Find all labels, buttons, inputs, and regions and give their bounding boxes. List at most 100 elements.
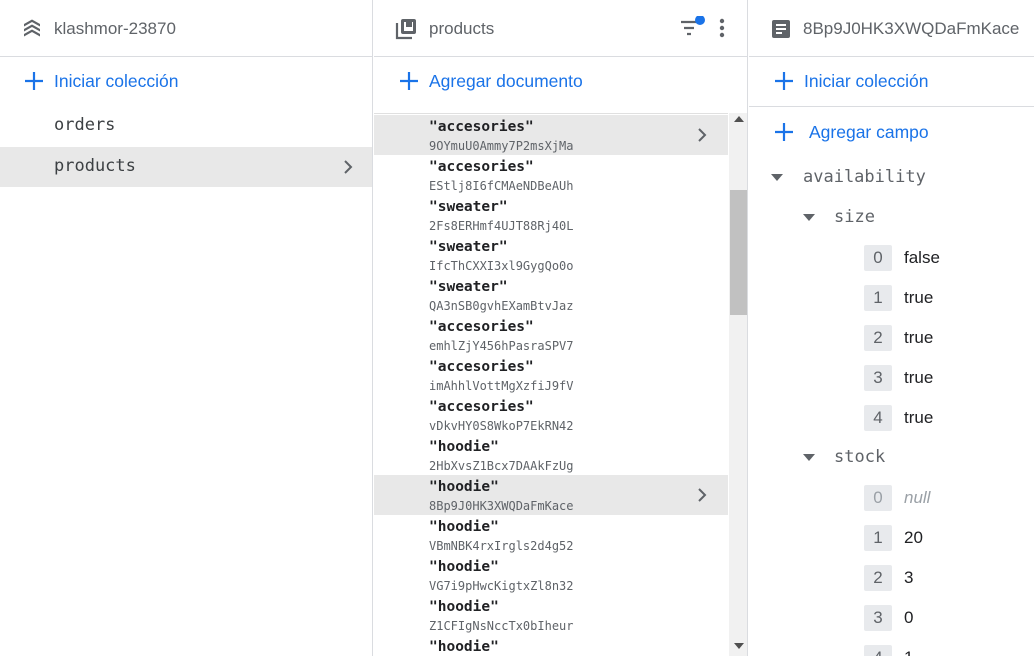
document-row[interactable]: "hoodie" VBmNBK4rxIrgls2d4g52 <box>374 515 728 555</box>
document-icon <box>772 20 790 38</box>
document-id: imAhhlVottMgXzfiJ9fV <box>429 379 574 393</box>
collection-item-products[interactable]: products <box>0 147 372 187</box>
array-value: 20 <box>904 528 923 547</box>
array-index: 0 <box>864 485 892 511</box>
start-collection-button[interactable]: Iniciar colección <box>0 57 372 107</box>
add-field-label: Agregar campo <box>809 122 929 142</box>
document-row[interactable]: "hoodie" Z1CFIgNsNccTx0bIheur <box>374 595 728 635</box>
document-name: "sweater" <box>429 239 508 255</box>
plus-icon <box>775 72 793 90</box>
scrollbar-thumb[interactable] <box>730 190 747 315</box>
caret-down-icon[interactable] <box>771 174 783 181</box>
array-item[interactable]: 3 0 <box>749 598 1034 638</box>
document-name: "accesories" <box>429 159 534 175</box>
document-id: 2Fs8ERHmf4UJT88Rj40L <box>429 219 574 233</box>
field-stock[interactable]: stock <box>749 438 1034 478</box>
project-name: klashmor-23870 <box>54 19 176 38</box>
document-title: 8Bp9J0HK3XWQDaFmKace <box>803 19 1020 38</box>
document-row[interactable]: "sweater" IfcThCXXI3xl9GygQo0o <box>374 235 728 275</box>
document-id: QA3nSB0gvhEXamBtvJaz <box>429 299 574 313</box>
document-row[interactable]: "accesories" 9OYmuU0Ammy7P2msXjMa <box>374 115 728 155</box>
document-id: VBmNBK4rxIrgls2d4g52 <box>429 539 574 553</box>
chevron-right-icon <box>344 160 353 174</box>
document-name: "accesories" <box>429 319 534 335</box>
chevron-right-icon <box>698 128 707 142</box>
document-list: 2YSerFwS8Zd6d57hrFW "accesories" 9OYmuU0… <box>374 113 728 656</box>
document-row[interactable]: "accesories" imAhhlVottMgXzfiJ9fV <box>374 355 728 395</box>
array-item[interactable]: 4 true <box>749 398 1034 438</box>
plus-icon <box>775 123 793 141</box>
array-item[interactable]: 1 20 <box>749 518 1034 558</box>
array-value: 1 <box>904 648 913 656</box>
array-item[interactable]: 3 true <box>749 358 1034 398</box>
array-value: 3 <box>904 568 914 587</box>
collection-label: products <box>54 156 136 176</box>
array-value: true <box>904 368 934 387</box>
document-id: EStlj8I6fCMAeNDBeAUh <box>429 179 574 193</box>
root-pane: klashmor-23870 Iniciar colección orders … <box>0 0 373 656</box>
add-field-button[interactable]: Agregar campo <box>749 108 1034 158</box>
document-row[interactable]: "hoodie" <box>374 635 728 656</box>
document-pane: 8Bp9J0HK3XWQDaFmKace Iniciar colección A… <box>749 0 1034 656</box>
document-row[interactable]: "sweater" 2Fs8ERHmf4UJT88Rj40L <box>374 195 728 235</box>
field-key: size <box>834 207 875 227</box>
document-name: "hoodie" <box>429 439 499 455</box>
document-row[interactable]: "accesories" vDkvHY0S8WkoP7EkRN42 <box>374 395 728 435</box>
add-document-button[interactable]: Agregar documento <box>374 57 747 107</box>
document-id: emhlZjY456hPasraSPV7 <box>429 339 574 353</box>
document-header: 8Bp9J0HK3XWQDaFmKace <box>749 0 1034 57</box>
document-id: IfcThCXXI3xl9GygQo0o <box>429 259 574 273</box>
document-name: "accesories" <box>429 119 534 135</box>
scroll-up-arrow-icon[interactable] <box>734 116 744 122</box>
array-index: 1 <box>864 525 892 551</box>
document-id: Z1CFIgNsNccTx0bIheur <box>429 619 574 633</box>
chevron-right-icon <box>698 488 707 502</box>
document-id: 2HbXvsZ1Bcx7DAAkFzUg <box>429 459 574 473</box>
root-header: klashmor-23870 <box>0 0 372 57</box>
array-index: 3 <box>864 605 892 631</box>
array-index: 4 <box>864 645 892 656</box>
plus-icon <box>25 72 43 90</box>
array-index: 1 <box>864 285 892 311</box>
filter-icon[interactable] <box>679 16 705 40</box>
array-value: false <box>904 248 940 267</box>
start-collection-label: Iniciar colección <box>54 71 179 91</box>
array-index: 2 <box>864 565 892 591</box>
array-item[interactable]: 1 true <box>749 278 1034 318</box>
array-item[interactable]: 4 1 <box>749 638 1034 656</box>
array-item[interactable]: 0 null <box>749 478 1034 518</box>
document-name: "accesories" <box>429 359 534 375</box>
collection-item-orders[interactable]: orders <box>0 106 372 146</box>
more-vert-icon[interactable] <box>714 17 730 41</box>
firestore-stack-icon <box>24 19 40 37</box>
start-subcollection-button[interactable]: Iniciar colección <box>749 57 1034 107</box>
array-index: 0 <box>864 245 892 271</box>
document-row[interactable]: "accesories" emhlZjY456hPasraSPV7 <box>374 315 728 355</box>
array-item[interactable]: 2 true <box>749 318 1034 358</box>
caret-down-icon[interactable] <box>803 214 815 221</box>
caret-down-icon[interactable] <box>803 454 815 461</box>
collection-pane: products Agregar documento 2YSerFwS8Zd6d… <box>374 0 748 656</box>
array-index: 3 <box>864 365 892 391</box>
document-row[interactable]: "hoodie" 2HbXvsZ1Bcx7DAAkFzUg <box>374 435 728 475</box>
array-value: true <box>904 328 934 347</box>
array-value-null: null <box>904 488 931 507</box>
document-id: vDkvHY0S8WkoP7EkRN42 <box>429 419 574 433</box>
document-row[interactable]: "accesories" EStlj8I6fCMAeNDBeAUh <box>374 155 728 195</box>
field-size[interactable]: size <box>749 198 1034 238</box>
field-key: availability <box>803 167 926 187</box>
document-row[interactable]: "hoodie" VG7i9pHwcKigtxZl8n32 <box>374 555 728 595</box>
array-item[interactable]: 2 3 <box>749 558 1034 598</box>
document-id-partial: 2YSerFwS8Zd6d57hrFW <box>429 113 566 114</box>
scroll-down-arrow-icon[interactable] <box>734 643 744 649</box>
document-row[interactable]: "sweater" QA3nSB0gvhEXamBtvJaz <box>374 275 728 315</box>
document-row[interactable]: "hoodie" 8Bp9J0HK3XWQDaFmKace <box>374 475 728 515</box>
array-item[interactable]: 0 false <box>749 238 1034 278</box>
document-name: "sweater" <box>429 199 508 215</box>
add-document-label: Agregar documento <box>429 71 583 91</box>
document-id: 9OYmuU0Ammy7P2msXjMa <box>429 139 574 153</box>
document-id: VG7i9pHwcKigtxZl8n32 <box>429 579 574 593</box>
field-availability[interactable]: availability <box>749 158 1034 198</box>
collection-header: products <box>374 0 747 57</box>
document-name: "hoodie" <box>429 479 499 495</box>
